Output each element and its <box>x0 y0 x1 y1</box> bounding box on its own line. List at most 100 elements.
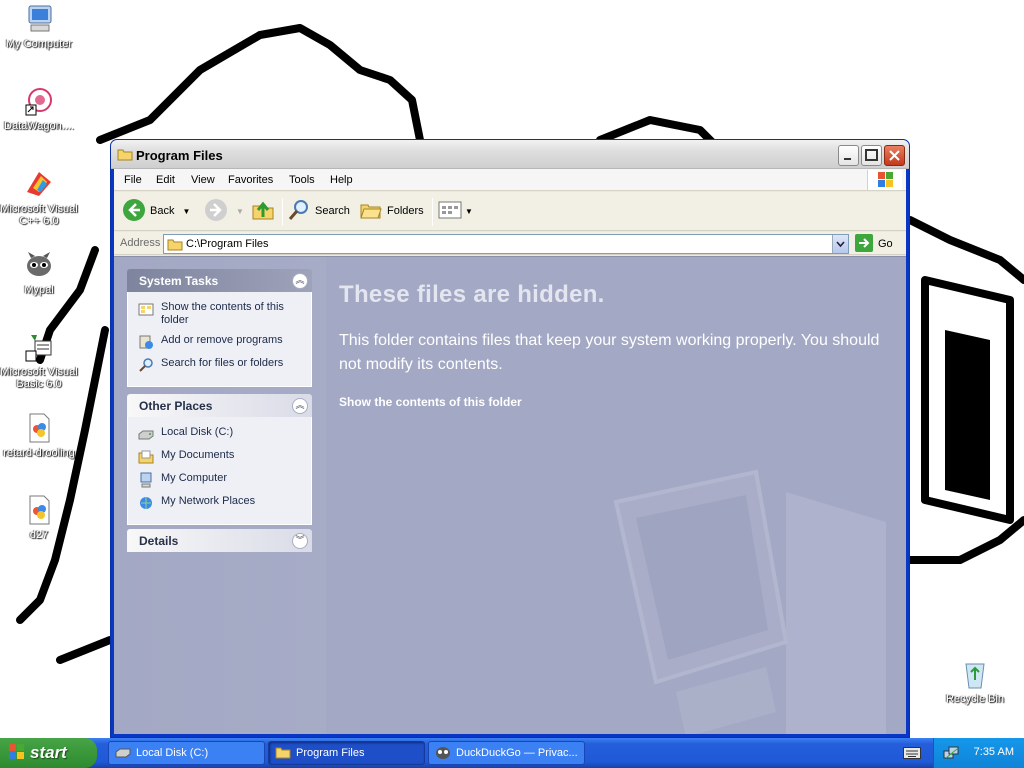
keyboard-icon[interactable] <box>903 746 921 763</box>
menu-file[interactable]: File <box>124 174 142 186</box>
desktop-icon-mypal[interactable]: Mypal <box>0 249 78 296</box>
task-label: Add or remove programs <box>161 334 283 346</box>
menu-tools[interactable]: Tools <box>289 174 315 186</box>
show-contents-link[interactable]: Show the contents of this folder <box>339 395 522 409</box>
network-places-icon <box>138 495 154 511</box>
image-file-icon <box>23 412 55 444</box>
desktop-icon-datawagon[interactable]: DataWagon.... <box>0 85 78 132</box>
folders-button[interactable]: Folders <box>359 198 424 224</box>
go-button[interactable]: Go <box>855 233 893 255</box>
menu-edit[interactable]: Edit <box>156 174 175 186</box>
views-button[interactable]: ▼ <box>438 198 473 224</box>
taskbar-button-label: DuckDuckGo — Privac... <box>456 747 578 759</box>
desktop-icon-label: Microsoft Visual C++ 6.0 <box>0 203 78 227</box>
place-label: My Documents <box>161 449 235 461</box>
back-dropdown-icon[interactable]: ▼ <box>182 207 190 216</box>
start-label: start <box>30 743 67 762</box>
toolbar-separator <box>282 198 283 226</box>
place-my-network-places[interactable]: My Network Places <box>138 495 305 511</box>
expand-chevron-icon[interactable]: ︾ <box>292 532 308 549</box>
taskbar: start Local Disk (C:) Program Files Duck… <box>0 738 1024 768</box>
address-field[interactable]: C:\Program Files <box>163 234 849 254</box>
task-search-files[interactable]: Search for files or folders <box>138 357 305 373</box>
desktop-icon-recycle-bin[interactable]: Recycle Bin <box>936 658 1014 705</box>
forward-button[interactable]: ▼ <box>204 198 244 224</box>
back-button[interactable]: Back ▼ <box>122 198 190 224</box>
collapse-chevron-icon[interactable]: ︽ <box>292 272 308 289</box>
search-button[interactable]: Search <box>287 198 350 224</box>
windows-logo-icon <box>8 743 26 764</box>
place-label: My Network Places <box>161 495 256 507</box>
close-button[interactable] <box>884 145 905 166</box>
hidden-files-description: This folder contains files that keep you… <box>339 332 880 373</box>
maximize-button[interactable] <box>861 145 882 166</box>
minimize-button[interactable] <box>838 145 859 166</box>
desktop-icon-label: retard-drooling <box>3 447 75 459</box>
desktop-icon-label: Recycle Bin <box>945 693 1005 705</box>
start-button[interactable]: start <box>0 738 97 768</box>
taskbar-button-duckduckgo[interactable]: DuckDuckGo — Privac... <box>428 741 585 765</box>
task-add-remove-programs[interactable]: Add or remove programs <box>138 334 305 350</box>
search-icon <box>138 357 154 373</box>
hidden-files-notice: These files are hidden. This folder cont… <box>326 257 906 734</box>
network-tray-icon[interactable] <box>943 745 959 764</box>
toolbar: Back ▼ ▼ Search Folders ▼ <box>114 192 906 231</box>
hidden-files-title: These files are hidden. <box>339 281 605 308</box>
system-tasks-panel: System Tasks ︽ Show the contents of this… <box>127 269 312 387</box>
views-dropdown-icon: ▼ <box>465 206 473 216</box>
folder-icon <box>275 745 291 762</box>
task-show-contents[interactable]: Show the contents of this folder <box>138 301 305 327</box>
desktop-icon-label: d27 <box>29 529 49 541</box>
address-label: Address <box>120 237 161 249</box>
show-contents-icon <box>138 301 154 317</box>
place-label: Local Disk (C:) <box>161 426 234 438</box>
back-arrow-icon <box>122 198 146 225</box>
place-local-disk[interactable]: Local Disk (C:) <box>138 426 305 442</box>
address-bar: Address C:\Program Files Go <box>114 232 906 255</box>
menu-view[interactable]: View <box>191 174 215 186</box>
folder-up-icon <box>251 198 275 225</box>
mypal-icon <box>23 249 55 281</box>
up-button[interactable] <box>251 198 275 224</box>
details-header[interactable]: Details ︾ <box>127 529 312 552</box>
place-label: My Computer <box>161 472 228 484</box>
desktop-icon-visual-basic[interactable]: Microsoft Visual Basic 6.0 <box>0 331 78 390</box>
explorer-window: Program Files File Edit View Favorites T… <box>110 139 910 738</box>
title-bar[interactable]: Program Files <box>111 140 909 169</box>
desktop-icon-retard-drooling[interactable]: retard-drooling <box>0 412 78 459</box>
visual-basic-icon <box>23 331 55 363</box>
task-pane: System Tasks ︽ Show the contents of this… <box>114 257 326 734</box>
place-my-documents[interactable]: My Documents <box>138 449 305 465</box>
search-icon <box>287 198 311 225</box>
taskbar-button-local-disk[interactable]: Local Disk (C:) <box>108 741 265 765</box>
windows-logo-icon <box>867 170 902 190</box>
desktop: My Computer DataWagon.... Microsoft Visu… <box>0 0 1024 738</box>
system-tasks-header[interactable]: System Tasks ︽ <box>127 269 312 292</box>
content-area: System Tasks ︽ Show the contents of this… <box>114 256 906 734</box>
other-places-panel: Other Places ︽ Local Disk (C:) My Docume… <box>127 394 312 525</box>
other-places-body: Local Disk (C:) My Documents My Computer <box>127 417 312 525</box>
desktop-icon-my-computer[interactable]: My Computer <box>0 3 78 50</box>
forward-dropdown-icon: ▼ <box>236 206 244 216</box>
folder-icon <box>167 237 183 254</box>
local-disk-icon <box>138 426 154 442</box>
details-panel: Details ︾ <box>127 529 312 552</box>
place-my-computer[interactable]: My Computer <box>138 472 305 488</box>
clock[interactable]: 7:35 AM <box>974 746 1014 758</box>
go-arrow-icon <box>855 233 873 255</box>
other-places-header[interactable]: Other Places ︽ <box>127 394 312 417</box>
desktop-icon-d27[interactable]: d27 <box>0 494 78 541</box>
collapse-chevron-icon[interactable]: ︽ <box>292 397 308 414</box>
desktop-icon-visual-cpp[interactable]: Microsoft Visual C++ 6.0 <box>0 168 78 227</box>
taskbar-button-label: Program Files <box>296 747 365 759</box>
address-dropdown-button[interactable] <box>832 235 848 253</box>
system-tray: 7:35 AM <box>933 738 1024 768</box>
task-label: Show the contents of this folder <box>161 301 284 326</box>
desktop-icon-label: Microsoft Visual Basic 6.0 <box>0 366 78 390</box>
visual-cpp-icon <box>23 168 55 200</box>
menu-help[interactable]: Help <box>330 174 353 186</box>
taskbar-button-program-files[interactable]: Program Files <box>268 741 425 765</box>
task-label: Search for files or folders <box>161 357 284 369</box>
computer-watermark-icon <box>613 469 886 734</box>
menu-favorites[interactable]: Favorites <box>228 174 273 186</box>
